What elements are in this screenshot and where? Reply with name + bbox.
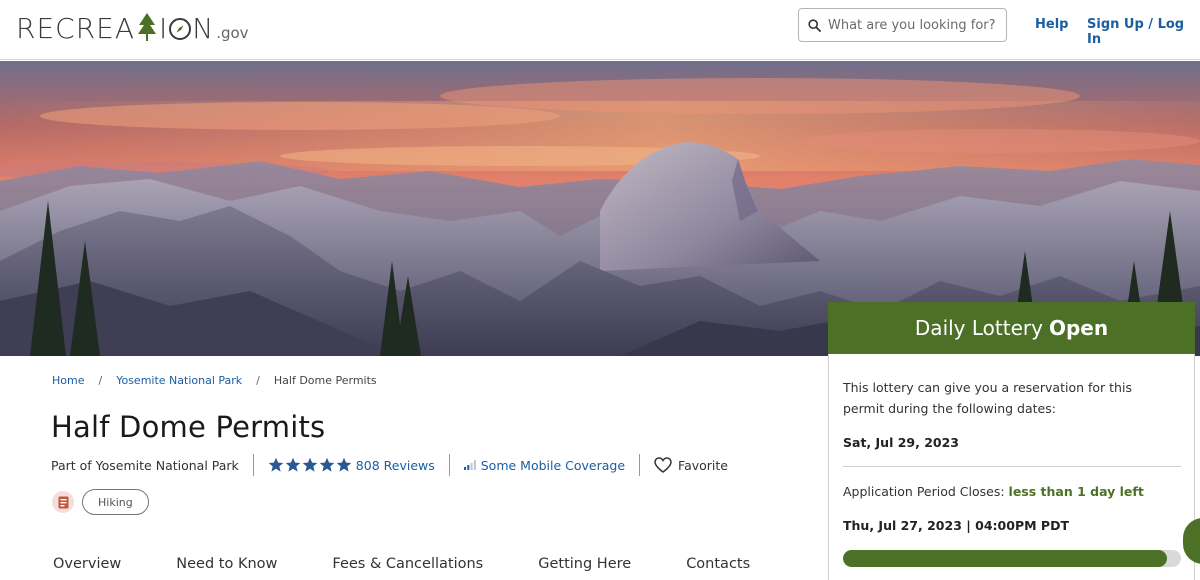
search-box[interactable] <box>798 8 1007 42</box>
compass-icon <box>169 18 192 40</box>
permit-activity-icon <box>52 491 74 513</box>
star-icon <box>302 457 318 472</box>
breadcrumb-home[interactable]: Home <box>52 374 84 387</box>
help-link[interactable]: Help <box>1035 17 1068 32</box>
breadcrumb-separator: / <box>256 374 260 387</box>
facility-meta: Part of Yosemite National Park 808 Revie… <box>51 454 728 476</box>
logo-text-start: RECREA <box>16 12 135 45</box>
lottery-status-banner: Daily Lottery Open <box>828 302 1195 354</box>
site-header: RECREA I N .gov Help Sign Up / Log In <box>0 0 1200 60</box>
activity-tags: Hiking <box>52 489 149 515</box>
signal-bars-icon <box>463 460 476 470</box>
mobile-coverage[interactable]: Some Mobile Coverage <box>463 457 626 473</box>
lottery-heading: Daily Lottery <box>914 316 1043 340</box>
star-icon <box>319 457 335 472</box>
closes-label: Application Period Closes: <box>843 484 1005 499</box>
reviews-link[interactable]: 808 Reviews <box>356 458 435 473</box>
favorite-button[interactable]: Favorite <box>654 457 728 473</box>
progress-fill <box>843 550 1168 567</box>
lottery-intro: This lottery can give you a reservation … <box>843 380 1132 416</box>
lottery-status: Open <box>1048 316 1109 340</box>
star-icon <box>285 457 301 472</box>
lottery-date: Sat, Jul 29, 2023 <box>843 435 959 450</box>
breadcrumb-current: Half Dome Permits <box>273 374 377 387</box>
star-icon <box>268 457 284 472</box>
breadcrumb-separator: / <box>98 374 103 387</box>
divider <box>252 454 254 476</box>
divider <box>448 454 450 476</box>
tab-overview[interactable]: Overview <box>53 556 121 572</box>
search-input[interactable] <box>828 17 998 33</box>
hiking-tag[interactable]: Hiking <box>82 489 149 515</box>
application-progress-bar <box>843 550 1181 567</box>
tab-getting-here[interactable]: Getting Here <box>538 556 631 572</box>
tab-fees-cancellations[interactable]: Fees & Cancellations <box>332 556 483 572</box>
page-title: Half Dome Permits <box>51 410 326 444</box>
tab-need-to-know[interactable]: Need to Know <box>176 556 277 572</box>
tree-icon <box>138 13 156 41</box>
logo-text-i: I <box>159 12 169 45</box>
sign-up-log-in-link[interactable]: Sign Up / Log In <box>1087 17 1200 47</box>
tab-contacts[interactable]: Contacts <box>686 556 750 572</box>
divider <box>639 454 641 476</box>
search-icon <box>808 18 821 32</box>
divider <box>843 466 1181 467</box>
application-deadline: Thu, Jul 27, 2023 | 04:00PM PDT <box>843 518 1069 533</box>
application-closes: Application Period Closes: less than 1 d… <box>843 484 1144 499</box>
parent-park: Part of Yosemite National Park <box>51 457 239 473</box>
logo-text-end: N <box>192 12 215 45</box>
breadcrumb-yosemite[interactable]: Yosemite National Park <box>116 374 242 387</box>
breadcrumb: Home / Yosemite National Park / Half Dom… <box>52 374 377 387</box>
recreation-gov-logo[interactable]: RECREA I N .gov <box>16 8 249 45</box>
content-tabs: Overview Need to Know Fees & Cancellatio… <box>53 556 805 572</box>
favorite-label: Favorite <box>678 457 728 473</box>
mobile-coverage-label: Some Mobile Coverage <box>480 457 626 473</box>
closes-countdown: less than 1 day left <box>1008 484 1144 499</box>
star-rating[interactable] <box>268 457 352 473</box>
star-icon <box>336 457 352 472</box>
lottery-panel: This lottery can give you a reservation … <box>828 354 1195 580</box>
heart-icon <box>654 457 672 473</box>
logo-suffix: .gov <box>216 24 249 42</box>
